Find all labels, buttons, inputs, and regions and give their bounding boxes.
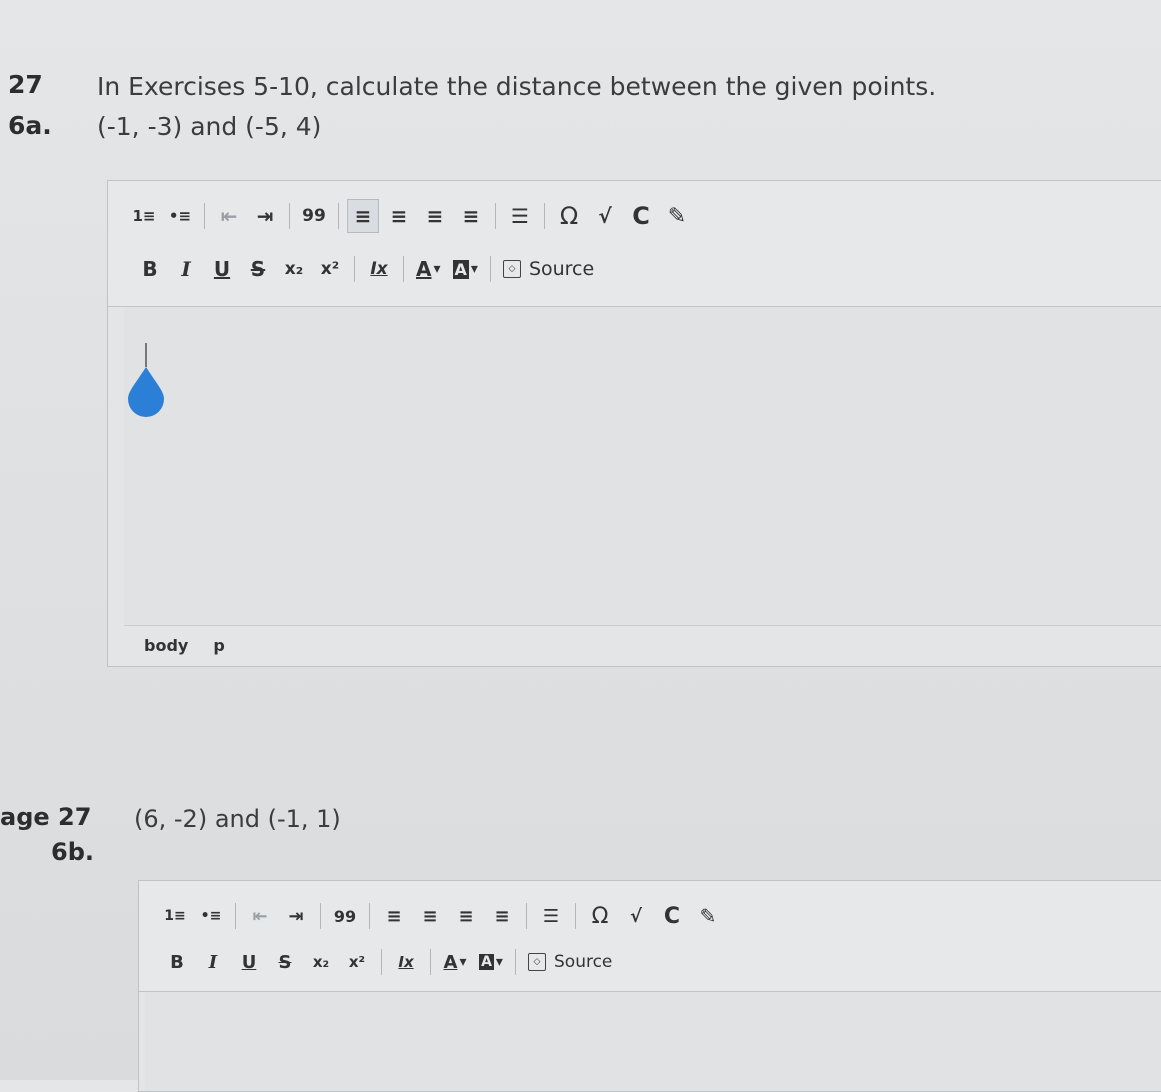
bold-icon[interactable]: B <box>161 945 193 979</box>
indent-icon[interactable]: ⇥ <box>249 199 281 233</box>
toolbar-divider <box>526 903 527 929</box>
justify-icon[interactable]: ≡ <box>455 199 487 233</box>
bulleted-list-icon[interactable]: •≡ <box>164 199 196 233</box>
math-icon[interactable]: √ <box>620 899 652 933</box>
bg-color-letter: A <box>479 954 494 970</box>
text-color-icon[interactable]: A ▾ <box>412 252 445 286</box>
path-body[interactable]: body <box>144 636 188 655</box>
toolbar-divider <box>575 903 576 929</box>
horizontal-rule-icon[interactable]: ☰ <box>504 199 536 233</box>
editor-content-area[interactable] <box>145 992 1161 1091</box>
background-color-icon[interactable]: A ▾ <box>449 252 482 286</box>
align-right-icon[interactable]: ≡ <box>450 899 482 933</box>
toolbar-divider <box>489 256 491 282</box>
source-icon: ◇ <box>528 953 546 971</box>
pencil-icon[interactable]: ✎ <box>661 199 693 233</box>
bold-icon[interactable]: B <box>134 252 166 286</box>
align-center-icon[interactable]: ≡ <box>383 199 415 233</box>
chevron-down-icon: ▾ <box>433 261 441 277</box>
outdent-icon[interactable]: ⇤ <box>244 899 276 933</box>
horizontal-rule-icon[interactable]: ☰ <box>535 899 567 933</box>
toolbar-divider <box>235 903 236 929</box>
chemistry-icon[interactable]: C <box>625 199 657 233</box>
path-p[interactable]: p <box>213 636 224 655</box>
question-instruction: In Exercises 5-10, calculate the distanc… <box>97 72 937 101</box>
blockquote-icon[interactable]: 99 <box>298 199 330 233</box>
toolbar-divider <box>381 949 382 975</box>
question-number: 6b. <box>51 838 94 866</box>
italic-icon[interactable]: I <box>170 252 202 286</box>
bg-color-letter: A <box>452 259 469 279</box>
toolbar-divider <box>515 949 516 975</box>
bulleted-list-icon[interactable]: •≡ <box>195 899 227 933</box>
subscript-icon[interactable]: x₂ <box>305 945 337 979</box>
text-color-letter: A <box>416 257 432 281</box>
source-label: Source <box>554 952 613 972</box>
numbered-list-icon[interactable]: 1≡ <box>128 199 160 233</box>
source-button[interactable]: ◇ Source <box>524 945 616 979</box>
toolbar-divider <box>204 203 205 229</box>
math-icon[interactable]: √ <box>589 199 621 233</box>
editor-toolbar: 1≡ •≡ ⇤ ⇥ 99 ≡ ≡ ≡ ≡ ☰ Ω √ C ✎ B I U S x… <box>139 881 1161 992</box>
text-color-letter: A <box>443 951 458 973</box>
blockquote-icon[interactable]: 99 <box>329 899 361 933</box>
outdent-icon[interactable]: ⇤ <box>213 199 245 233</box>
background-color-icon[interactable]: A ▾ <box>475 945 507 979</box>
chevron-down-icon: ▾ <box>470 261 478 277</box>
element-path-bar: body p <box>124 625 1161 666</box>
source-icon: ◇ <box>502 260 521 278</box>
page-label: age 27 <box>0 803 92 831</box>
justify-icon[interactable]: ≡ <box>486 899 518 933</box>
align-left-icon[interactable]: ≡ <box>378 899 410 933</box>
toolbar-divider <box>403 256 404 282</box>
text-color-icon[interactable]: A ▾ <box>439 945 471 979</box>
toolbar-divider <box>289 203 290 229</box>
toolbar-divider <box>338 203 339 229</box>
remove-format-icon[interactable]: Ix <box>390 945 422 979</box>
chevron-down-icon: ▾ <box>459 954 467 970</box>
superscript-icon[interactable]: x² <box>341 945 373 979</box>
text-cursor-handle[interactable] <box>126 343 166 423</box>
align-center-icon[interactable]: ≡ <box>414 899 446 933</box>
italic-icon[interactable]: I <box>197 945 229 979</box>
toolbar-divider <box>544 203 545 229</box>
underline-icon[interactable]: U <box>206 252 238 286</box>
numbered-list-icon[interactable]: 1≡ <box>159 899 191 933</box>
pencil-icon[interactable]: ✎ <box>692 899 724 933</box>
source-button[interactable]: ◇ Source <box>499 252 598 286</box>
underline-icon[interactable]: U <box>233 945 265 979</box>
page-label: 27 <box>8 70 43 99</box>
question-points: (-1, -3) and (-5, 4) <box>97 112 322 141</box>
chemistry-icon[interactable]: C <box>656 899 688 933</box>
question-number: 6a. <box>8 111 52 140</box>
special-character-icon[interactable]: Ω <box>553 199 585 233</box>
toolbar-divider <box>430 949 431 975</box>
chevron-down-icon: ▾ <box>495 954 503 970</box>
answer-editor[interactable]: 1≡ •≡ ⇤ ⇥ 99 ≡ ≡ ≡ ≡ ☰ Ω √ C ✎ B I U S x… <box>107 180 1161 667</box>
editor-content-area[interactable] <box>124 307 1161 625</box>
editor-toolbar: 1≡ •≡ ⇤ ⇥ 99 ≡ ≡ ≡ ≡ ☰ Ω √ C ✎ B I U S x… <box>108 181 1161 307</box>
strikethrough-icon[interactable]: S <box>242 252 274 286</box>
align-left-icon[interactable]: ≡ <box>347 199 379 233</box>
toolbar-divider <box>369 903 370 929</box>
toolbar-divider <box>320 903 321 929</box>
toolbar-divider <box>354 256 355 282</box>
strikethrough-icon[interactable]: S <box>269 945 301 979</box>
remove-format-icon[interactable]: Ix <box>363 252 395 286</box>
toolbar-divider <box>495 203 496 229</box>
indent-icon[interactable]: ⇥ <box>280 899 312 933</box>
special-character-icon[interactable]: Ω <box>584 899 616 933</box>
subscript-icon[interactable]: x₂ <box>278 252 310 286</box>
question-points: (6, -2) and (-1, 1) <box>134 805 341 833</box>
align-right-icon[interactable]: ≡ <box>419 199 451 233</box>
source-label: Source <box>528 258 595 280</box>
answer-editor[interactable]: 1≡ •≡ ⇤ ⇥ 99 ≡ ≡ ≡ ≡ ☰ Ω √ C ✎ B I U S x… <box>138 880 1161 1092</box>
superscript-icon[interactable]: x² <box>314 252 346 286</box>
